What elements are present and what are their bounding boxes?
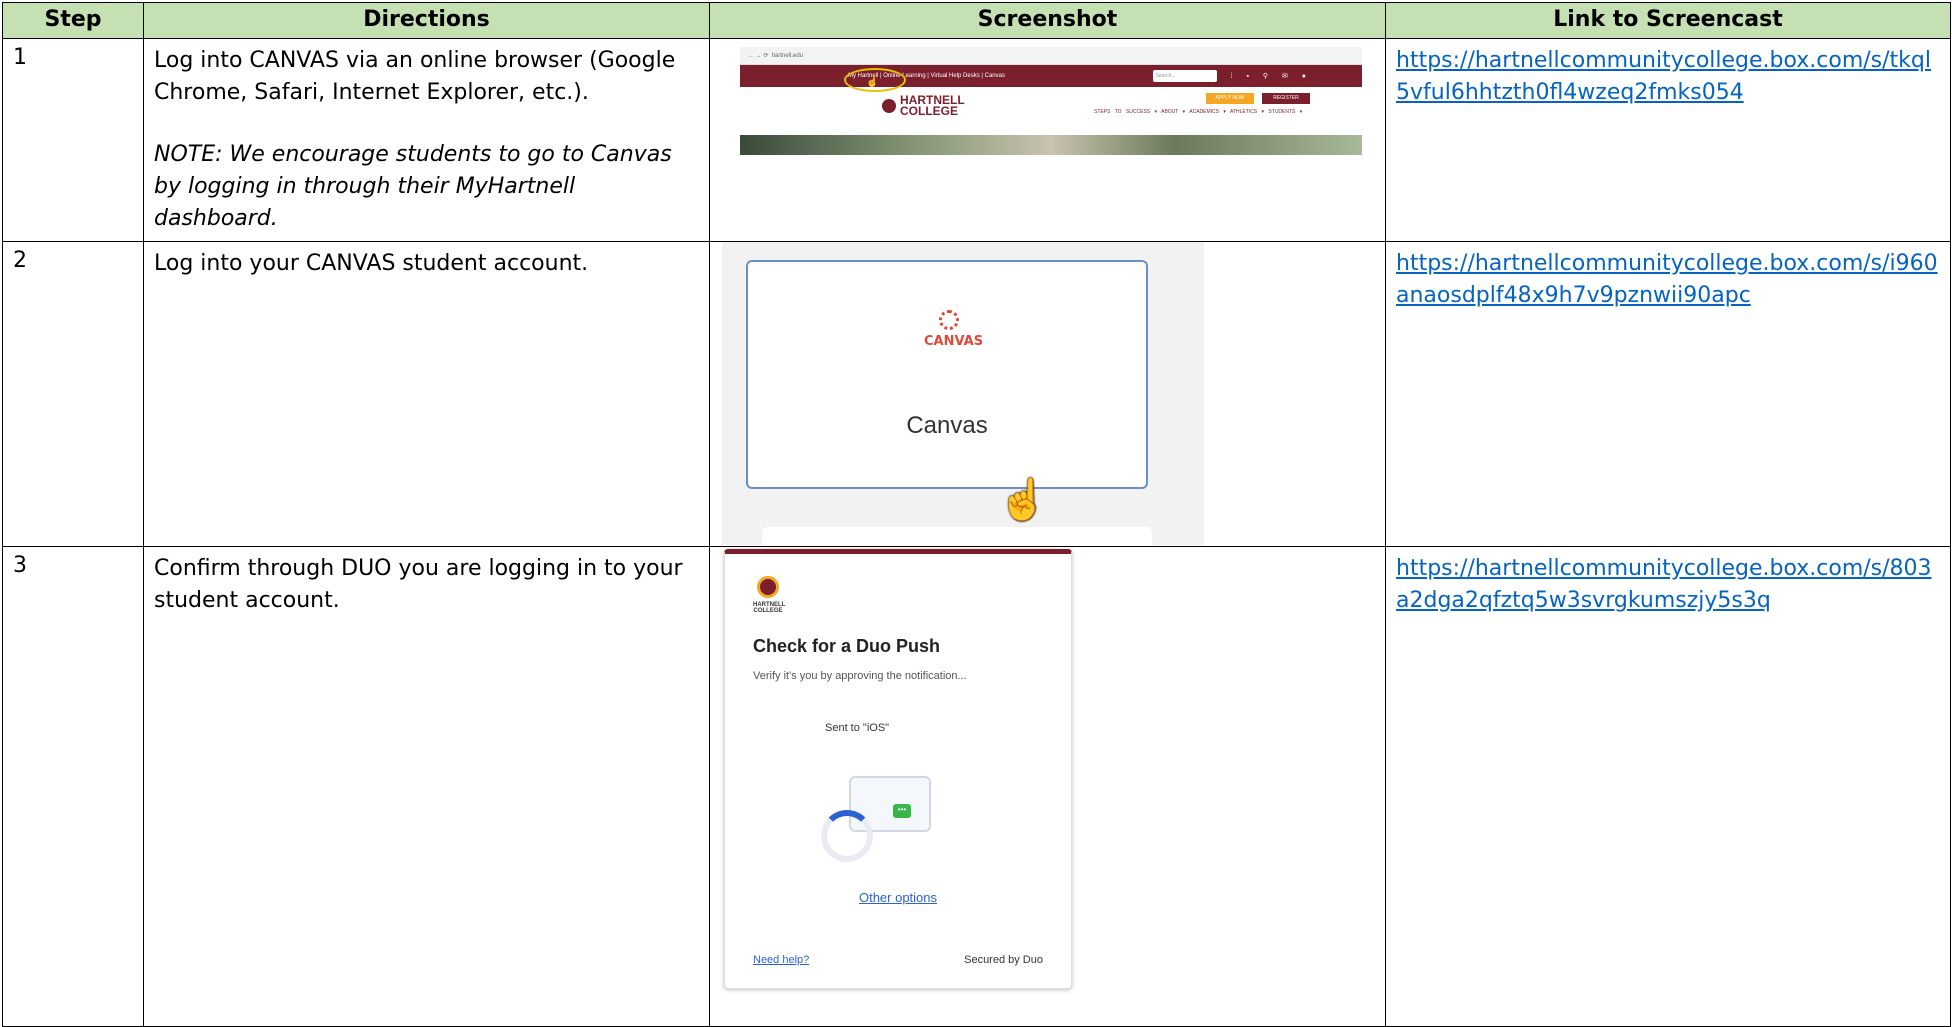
- direction-note: NOTE: We encourage students to go to Can…: [154, 142, 672, 231]
- screencast-link[interactable]: https://hartnellcommunitycollege.box.com…: [1396, 48, 1931, 105]
- duo-title: Check for a Duo Push: [753, 636, 941, 656]
- link-cell: https://hartnellcommunitycollege.box.com…: [1385, 546, 1951, 1027]
- hartnell-logo: HARTNELL COLLEGE: [882, 93, 965, 118]
- hero-image: [740, 135, 1362, 155]
- site-search-input: Search...: [1152, 70, 1217, 82]
- loading-spinner-icon: [821, 810, 873, 862]
- directions-cell: Log into CANVAS via an online browser (G…: [143, 38, 710, 242]
- table-row: 2 Log into your CANVAS student account. …: [2, 241, 1951, 547]
- browser-url: hartnell.edu: [771, 53, 804, 59]
- canvas-logo: CANVAS: [924, 310, 984, 349]
- canvas-logo-icon: [939, 310, 959, 330]
- header-step: Step: [2, 2, 144, 39]
- hartnell-logo: HARTNELL COLLEGE: [753, 576, 786, 614]
- direction-text: Log into CANVAS via an online browser (G…: [154, 48, 676, 105]
- duo-sent-to: Sent to "iOS": [825, 722, 890, 734]
- canvas-card-label: Canvas: [906, 412, 988, 439]
- direction-text: Log into your CANVAS student account.: [154, 251, 589, 276]
- step-number: 2: [2, 241, 144, 547]
- header-directions: Directions: [143, 2, 710, 39]
- step-number: 1: [2, 38, 144, 242]
- header-link: Link to Screencast: [1385, 2, 1951, 39]
- hartnell-logo-text: HARTNELL COLLEGE: [900, 93, 965, 118]
- canvas-logo-text: CANVAS: [924, 334, 984, 349]
- header-screenshot: Screenshot: [709, 2, 1386, 39]
- approve-icon: •••: [893, 804, 911, 818]
- register-button: REGISTER: [1262, 93, 1310, 104]
- steps-table: Step Directions Screenshot Link to Scree…: [2, 2, 1951, 1027]
- table-row: 3 Confirm through DUO you are logging in…: [2, 546, 1951, 1027]
- hartnell-site-screenshot: ← → ⟳ hartnell.edu My Hartnell | Online …: [740, 47, 1362, 155]
- table-header-row: Step Directions Screenshot Link to Scree…: [2, 2, 1951, 39]
- cursor-icon: ☝: [866, 77, 879, 88]
- duo-push-screenshot: HARTNELL COLLEGE Check for a Duo Push Ve…: [724, 549, 1072, 989]
- hartnell-logo-mark: [882, 99, 896, 113]
- step-number: 3: [2, 546, 144, 1027]
- apply-now-button: APPLY NOW: [1206, 93, 1254, 104]
- hartnell-logo-mark: [757, 576, 779, 598]
- secured-by-duo: Secured by Duo: [964, 954, 1043, 966]
- browser-bar: ← → ⟳ hartnell.edu: [740, 47, 1362, 65]
- screenshot-cell: ← → ⟳ hartnell.edu My Hartnell | Online …: [709, 38, 1386, 242]
- next-card: [762, 527, 1152, 545]
- site-topbar: My Hartnell | Online Learning | Virtual …: [740, 65, 1362, 87]
- screenshot-cell: HARTNELL COLLEGE Check for a Duo Push Ve…: [709, 546, 1386, 1027]
- directions-cell: Confirm through DUO you are logging in t…: [143, 546, 710, 1027]
- need-help-link: Need help?: [753, 954, 810, 966]
- hand-cursor-icon: ☝: [998, 478, 1048, 522]
- hartnell-logo-text: HARTNELL COLLEGE: [753, 602, 786, 614]
- canvas-card: CANVAS Canvas: [746, 260, 1148, 489]
- site-nav: STEPS TO SUCCESS ▾ ABOUT ▾ ACADEMICS ▾ A…: [1094, 109, 1303, 115]
- link-cell: https://hartnellcommunitycollege.box.com…: [1385, 241, 1951, 547]
- link-cell: https://hartnellcommunitycollege.box.com…: [1385, 38, 1951, 242]
- directions-cell: Log into your CANVAS student account.: [143, 241, 710, 547]
- other-options-link: Other options: [858, 890, 938, 905]
- topbar-icons: ⁞ ▪ ⚲ ✉ ●: [1230, 73, 1312, 80]
- screenshot-cell: CANVAS Canvas ☝: [709, 241, 1386, 547]
- screencast-link[interactable]: https://hartnellcommunitycollege.box.com…: [1396, 251, 1938, 308]
- canvas-login-screenshot: CANVAS Canvas ☝: [722, 242, 1204, 545]
- duo-subtitle: Verify it's you by approving the notific…: [753, 670, 967, 682]
- direction-text: Confirm through DUO you are logging in t…: [154, 556, 683, 613]
- screencast-link[interactable]: https://hartnellcommunitycollege.box.com…: [1396, 556, 1932, 613]
- table-row: 1 Log into CANVAS via an online browser …: [2, 38, 1951, 242]
